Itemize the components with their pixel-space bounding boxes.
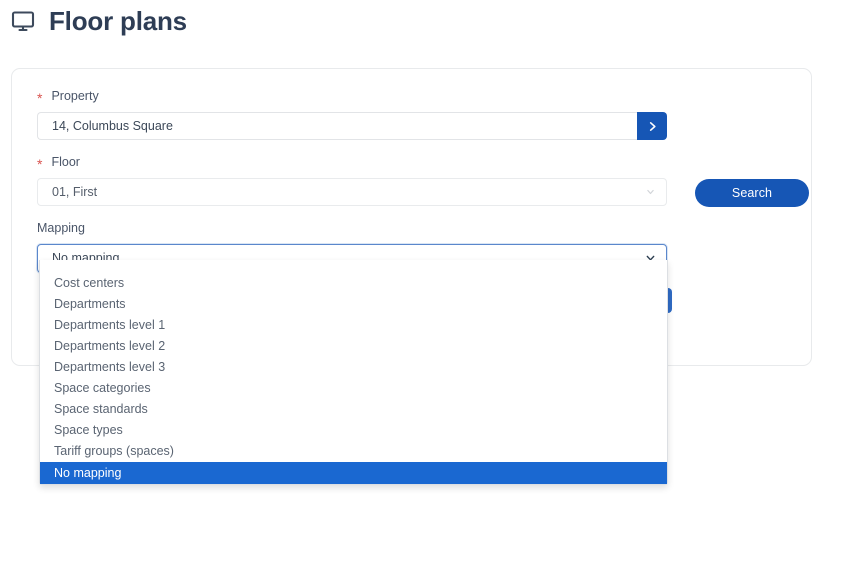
floor-label: * Floor	[37, 154, 667, 172]
required-marker: *	[37, 90, 43, 106]
property-label-text: Property	[51, 88, 99, 103]
dropdown-options-container: Cost centers Departments Departments level…	[40, 273, 667, 484]
dropdown-option[interactable]: Departments	[40, 294, 667, 315]
floor-select[interactable]: 01, First	[37, 178, 667, 206]
search-button[interactable]: Search	[695, 179, 809, 207]
chevron-down-icon	[646, 188, 655, 197]
property-input[interactable]	[37, 112, 637, 140]
chevron-right-icon	[647, 121, 658, 132]
page-title: Floor plans	[49, 6, 187, 36]
dropdown-option[interactable]: Space types	[40, 420, 667, 441]
mapping-label-text: Mapping	[37, 221, 85, 235]
dropdown-option[interactable]: Space standards	[40, 399, 667, 420]
dropdown-option[interactable]: No mapping	[40, 462, 667, 484]
property-input-row	[37, 112, 667, 140]
dropdown-option[interactable]: Departments level 1	[40, 315, 667, 336]
property-label: * Property	[37, 88, 667, 106]
mapping-dropdown-list: Cost centers Departments Departments level…	[39, 260, 668, 485]
dropdown-option[interactable]: Space categories	[40, 378, 667, 399]
form-area: * Property * Floor 01, First	[37, 89, 667, 273]
required-marker: *	[37, 156, 43, 172]
dropdown-option[interactable]: Departments level 2	[40, 336, 667, 357]
mapping-label: Mapping	[37, 222, 667, 235]
property-go-button[interactable]	[637, 112, 667, 140]
page-header: Floor plans	[11, 2, 187, 40]
floor-selected-value: 01, First	[52, 185, 98, 199]
dropdown-option[interactable]: Tariff groups (spaces)	[40, 441, 667, 462]
dropdown-option[interactable]: Cost centers	[40, 273, 667, 294]
dropdown-option[interactable]: Departments level 3	[40, 357, 667, 378]
floor-label-text: Floor	[51, 154, 80, 169]
monitor-icon	[11, 9, 35, 33]
